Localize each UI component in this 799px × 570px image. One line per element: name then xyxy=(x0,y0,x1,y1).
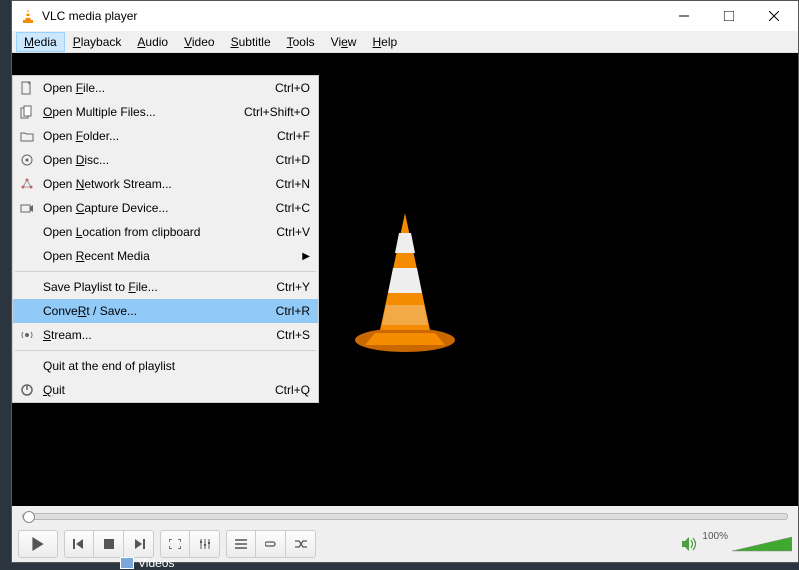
menu-media[interactable]: Media xyxy=(16,32,65,52)
videos-folder-icon xyxy=(120,557,134,569)
menu-audio[interactable]: Audio xyxy=(129,32,176,52)
blank-icon xyxy=(17,279,37,295)
menu-item-label: Open Capture Device... xyxy=(43,201,266,215)
menu-separator xyxy=(15,350,316,351)
menu-item-open-network-stream[interactable]: Open Network Stream... Ctrl+N xyxy=(13,172,318,196)
speaker-icon xyxy=(682,537,698,551)
menu-item-label: Open Folder... xyxy=(43,129,267,143)
menu-item-label: Quit xyxy=(43,383,265,397)
app-window: VLC media player Media Playback Audio Vi… xyxy=(11,0,799,563)
titlebar: VLC media player xyxy=(12,1,798,31)
stream-icon xyxy=(17,327,37,343)
menu-item-shortcut: Ctrl+Y xyxy=(276,280,310,294)
volume-percent: 100% xyxy=(702,531,728,542)
stop-button[interactable] xyxy=(94,530,124,558)
video-area: Open File... Ctrl+O Open Multiple Files...… xyxy=(12,53,798,506)
menu-item-label: Open Multiple Files... xyxy=(43,105,234,119)
blank-icon xyxy=(17,224,37,240)
menu-item-shortcut: Ctrl+S xyxy=(276,328,310,342)
seek-thumb[interactable] xyxy=(23,511,35,523)
minimize-button[interactable] xyxy=(661,2,706,30)
blank-icon xyxy=(17,303,37,319)
menu-item-shortcut: Ctrl+R xyxy=(276,304,310,318)
menu-item-shortcut: Ctrl+C xyxy=(276,201,310,215)
files-icon xyxy=(17,104,37,120)
menu-item-shortcut: Ctrl+N xyxy=(276,177,310,191)
play-button[interactable] xyxy=(18,530,58,558)
network-icon xyxy=(17,176,37,192)
previous-button[interactable] xyxy=(64,530,94,558)
menu-item-label: Open File... xyxy=(43,81,265,95)
capture-icon xyxy=(17,200,37,216)
menu-item-label: Save Playlist to File... xyxy=(43,280,266,294)
menu-item-open-folder[interactable]: Open Folder... Ctrl+F xyxy=(13,124,318,148)
folder-icon xyxy=(17,128,37,144)
vlc-cone-icon xyxy=(20,8,36,24)
menu-tools[interactable]: Tools xyxy=(279,32,323,52)
seekbar[interactable] xyxy=(12,506,798,526)
menu-video[interactable]: Video xyxy=(176,32,222,52)
window-title: VLC media player xyxy=(42,9,661,23)
menu-item-open-capture-device[interactable]: Open Capture Device... Ctrl+C xyxy=(13,196,318,220)
submenu-arrow-icon: ▶ xyxy=(302,251,310,262)
menu-item-open-location-from-clipboard[interactable]: Open Location from clipboard Ctrl+V xyxy=(13,220,318,244)
menu-item-label: Open Disc... xyxy=(43,153,266,167)
menu-item-shortcut: Ctrl+O xyxy=(275,81,310,95)
disc-icon xyxy=(17,152,37,168)
volume-control[interactable]: 100% xyxy=(682,535,792,553)
menu-item-open-file[interactable]: Open File... Ctrl+O xyxy=(13,76,318,100)
menubar: Media Playback Audio Video Subtitle Tool… xyxy=(12,31,798,53)
menu-item-open-recent-media[interactable]: Open Recent Media ▶ xyxy=(13,244,318,268)
volume-slider[interactable] xyxy=(732,535,792,553)
menu-item-label: ConveRt / Save... xyxy=(43,304,266,318)
blank-icon xyxy=(17,358,37,374)
vlc-logo-icon xyxy=(345,205,465,355)
menu-item-open-disc[interactable]: Open Disc... Ctrl+D xyxy=(13,148,318,172)
maximize-button[interactable] xyxy=(706,2,751,30)
close-button[interactable] xyxy=(751,2,796,30)
loop-button[interactable] xyxy=(256,530,286,558)
menu-playback[interactable]: Playback xyxy=(65,32,130,52)
next-button[interactable] xyxy=(124,530,154,558)
menu-item-convert-save[interactable]: ConveRt / Save... Ctrl+R xyxy=(13,299,318,323)
menu-item-open-multiple-files[interactable]: Open Multiple Files... Ctrl+Shift+O xyxy=(13,100,318,124)
menu-item-shortcut: Ctrl+D xyxy=(276,153,310,167)
menu-item-quit[interactable]: Quit Ctrl+Q xyxy=(13,378,318,402)
menu-item-label: Quit at the end of playlist xyxy=(43,359,310,373)
menu-item-shortcut: Ctrl+Q xyxy=(275,383,310,397)
media-dropdown: Open File... Ctrl+O Open Multiple Files...… xyxy=(12,75,319,403)
blank-icon xyxy=(17,248,37,264)
menu-view[interactable]: View xyxy=(323,32,365,52)
menu-help[interactable]: Help xyxy=(364,32,405,52)
menu-item-save-playlist-to-file[interactable]: Save Playlist to File... Ctrl+Y xyxy=(13,275,318,299)
file-icon xyxy=(17,80,37,96)
menu-item-shortcut: Ctrl+F xyxy=(277,129,310,143)
playlist-button[interactable] xyxy=(226,530,256,558)
menu-item-label: Stream... xyxy=(43,328,266,342)
fullscreen-button[interactable] xyxy=(160,530,190,558)
menu-item-label: Open Recent Media xyxy=(43,249,292,263)
menu-subtitle[interactable]: Subtitle xyxy=(223,32,279,52)
extended-settings-button[interactable] xyxy=(190,530,220,558)
random-button[interactable] xyxy=(286,530,316,558)
menu-separator xyxy=(15,271,316,272)
quit-icon xyxy=(17,382,37,398)
menu-item-label: Open Network Stream... xyxy=(43,177,266,191)
menu-item-label: Open Location from clipboard xyxy=(43,225,266,239)
menu-item-shortcut: Ctrl+Shift+O xyxy=(244,105,310,119)
menu-item-stream[interactable]: Stream... Ctrl+S xyxy=(13,323,318,347)
menu-item-quit-at-the-end-of-playlist[interactable]: Quit at the end of playlist xyxy=(13,354,318,378)
taskbar-item[interactable]: Videos xyxy=(120,556,174,570)
menu-item-shortcut: Ctrl+V xyxy=(276,225,310,239)
